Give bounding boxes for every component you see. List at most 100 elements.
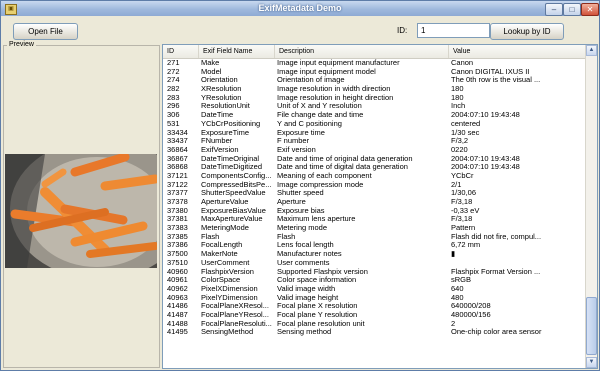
vertical-scrollbar[interactable]: ▲ ▼ [585, 45, 597, 368]
cell-value: F/3,2 [451, 137, 469, 146]
cell-value: 2004:07:10 19:43:48 [451, 163, 520, 172]
id-label: ID: [397, 26, 408, 35]
cell-value: Canon [451, 59, 474, 67]
table-row[interactable]: 271 Make Image input equipment manufacture… [163, 59, 585, 68]
cell-field-name: XResolution [201, 85, 242, 94]
cell-id: 37378 [167, 198, 188, 206]
table-row[interactable]: 37378 ApertureValue Aperture F/3,18 [163, 198, 585, 207]
cell-field-name: FocalLength [201, 241, 243, 250]
cell-id: 41487 [167, 310, 188, 319]
table-row[interactable]: 40962 PixelXDimension Valid image width 640 [163, 285, 585, 294]
table-row[interactable]: 306 DateTime File change date and time 2004… [163, 111, 585, 120]
cell-value: 0220 [451, 145, 468, 154]
cell-description: Focal plane Y resolution [277, 310, 358, 319]
id-input[interactable]: 1 [417, 23, 490, 38]
cell-field-name: ExposureBiasValue [201, 206, 266, 215]
cell-value: 180 [451, 85, 464, 94]
table-row[interactable]: 37383 MeteringMode Metering mode Pattern [163, 224, 585, 233]
table-row[interactable]: 41487 FocalPlaneYResol... Focal plane Y re… [163, 311, 585, 320]
table-row[interactable]: 40961 ColorSpace Color space information sR… [163, 276, 585, 285]
scroll-down-arrow-icon[interactable]: ▼ [586, 357, 597, 368]
cell-id: 37385 [167, 232, 188, 241]
table-row[interactable]: 37500 MakerNote Manufacturer notes ▮ [163, 250, 585, 259]
header-field-name[interactable]: Exif Field Name [199, 45, 275, 58]
cell-description: Image input equipment manufacturer [277, 59, 400, 67]
header-id[interactable]: ID [163, 45, 199, 58]
table-row[interactable]: 296 ResolutionUnit Unit of X and Y resolut… [163, 102, 585, 111]
cell-id: 37386 [167, 241, 188, 250]
header-value[interactable]: Value [449, 45, 585, 58]
table-row[interactable]: 36864 ExifVersion Exif version 0220 [163, 146, 585, 155]
maximize-button[interactable]: □ [563, 3, 581, 16]
scroll-thumb[interactable] [586, 297, 597, 355]
table-row[interactable]: 37380 ExposureBiasValue Exposure bias -0,33… [163, 207, 585, 216]
table-row[interactable]: 283 YResolution Image resolution in height… [163, 94, 585, 103]
cell-field-name: YResolution [201, 93, 242, 102]
cell-field-name: FocalPlaneXResol... [201, 302, 269, 311]
scroll-up-arrow-icon[interactable]: ▲ [586, 45, 597, 56]
table-row[interactable]: 41495 SensingMethod Sensing method One-chip… [163, 328, 585, 337]
cell-field-name: MeteringMode [201, 224, 249, 233]
cell-field-name: UserComment [201, 258, 250, 267]
table-row[interactable]: 37121 ComponentsConfig... Meaning of each … [163, 172, 585, 181]
exif-grid[interactable]: ID Exif Field Name Description Value 271… [162, 44, 598, 369]
cell-value: 2004:07:10 19:43:48 [451, 154, 520, 163]
cell-id: 274 [167, 76, 180, 85]
table-row[interactable]: 33437 FNumber F number F/3,2 [163, 137, 585, 146]
cell-description: Unit of X and Y resolution [277, 102, 362, 111]
table-row[interactable]: 37122 CompressedBitsPe... Image compressio… [163, 181, 585, 190]
lookup-by-id-button[interactable]: Lookup by ID [490, 23, 564, 40]
cell-id: 36864 [167, 145, 188, 154]
cell-description: Sensing method [277, 328, 332, 337]
cell-field-name: MaxApertureValue [201, 215, 263, 224]
title-bar[interactable]: ▣ ExifMetadata Demo – □ ✕ [1, 1, 599, 16]
cell-description: User comments [277, 258, 330, 267]
cell-value: F/3,18 [451, 198, 473, 206]
cell-id: 40960 [167, 267, 188, 276]
cell-id: 41495 [167, 328, 188, 337]
cell-value: F/3,18 [451, 215, 473, 224]
table-row[interactable]: 36867 DateTimeOriginal Date and time of or… [163, 155, 585, 164]
cell-field-name: ExposureTime [201, 128, 250, 137]
cell-field-name: YCbCrPositioning [201, 119, 261, 128]
table-row[interactable]: 37385 Flash Flash Flash did not fire, compu… [163, 233, 585, 242]
table-row[interactable]: 37381 MaxApertureValue Maximum lens apertu… [163, 215, 585, 224]
table-row[interactable]: 33434 ExposureTime Exposure time 1/30 sec [163, 129, 585, 138]
cell-field-name: ApertureValue [201, 198, 249, 206]
table-row[interactable]: 40960 FlashpixVersion Supported Flashpix v… [163, 268, 585, 277]
cell-description: Color space information [277, 276, 357, 285]
cell-value: 480000/156 [451, 310, 491, 319]
cell-value: 1/30,06 [451, 189, 477, 198]
table-row[interactable]: 37510 UserComment User comments [163, 259, 585, 268]
table-row[interactable]: 531 YCbCrPositioning Y and C positioning ce… [163, 120, 585, 129]
table-row[interactable]: 37377 ShutterSpeedValue Shutter speed 1/30,… [163, 189, 585, 198]
cell-value: 640000/208 [451, 302, 491, 311]
cell-id: 306 [167, 111, 180, 120]
cell-field-name: ShutterSpeedValue [201, 189, 266, 198]
cell-description: File change date and time [277, 111, 364, 120]
cell-id: 296 [167, 102, 180, 111]
window-title: ExifMetadata Demo [258, 3, 342, 13]
table-row[interactable]: 40963 PixelYDimension Valid image height 48… [163, 294, 585, 303]
table-row[interactable]: 41488 FocalPlaneResoluti... Focal plane re… [163, 320, 585, 329]
cell-id: 531 [167, 119, 180, 128]
cell-value: centered [451, 119, 481, 128]
open-file-button[interactable]: Open File [13, 23, 78, 40]
cell-description: Lens focal length [277, 241, 334, 250]
table-row[interactable]: 36868 DateTimeDigitized Date and time of d… [163, 163, 585, 172]
cell-value: 2/1 [451, 180, 462, 189]
table-row[interactable]: 282 XResolution Image resolution in width … [163, 85, 585, 94]
minimize-button[interactable]: – [545, 3, 563, 16]
table-row[interactable]: 272 Model Image input equipment model Canon… [163, 68, 585, 77]
cell-id: 37510 [167, 258, 188, 267]
cell-id: 37122 [167, 180, 188, 189]
table-row[interactable]: 41486 FocalPlaneXResol... Focal plane X re… [163, 302, 585, 311]
cell-description: Meaning of each component [277, 171, 372, 180]
close-button[interactable]: ✕ [581, 3, 599, 16]
cell-description: Focal plane X resolution [277, 302, 358, 311]
table-row[interactable]: 37386 FocalLength Lens focal length 6,72 mm [163, 241, 585, 250]
cell-description: Date and time of digital data generation [277, 163, 408, 172]
table-row[interactable]: 274 Orientation Orientation of image The 0t… [163, 76, 585, 85]
header-description[interactable]: Description [275, 45, 449, 58]
cell-field-name: ColorSpace [201, 276, 241, 285]
